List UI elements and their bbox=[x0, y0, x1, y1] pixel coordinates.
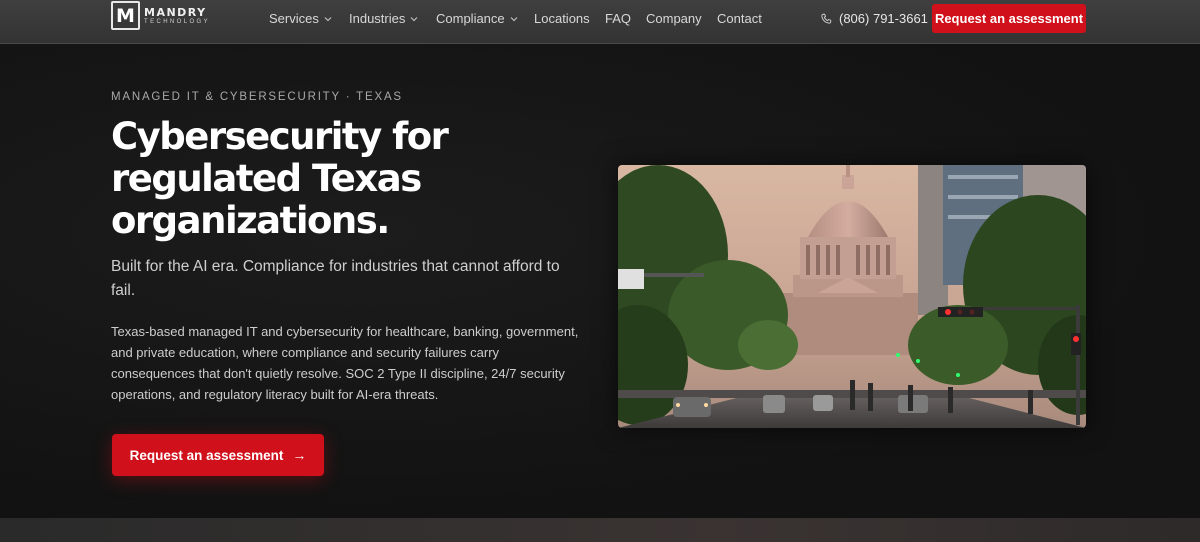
hero-section: MANAGED IT & CYBERSECURITY · TEXAS Cyber… bbox=[0, 44, 1200, 518]
logo-wordmark: MANDRY TECHNOLOGY bbox=[144, 7, 210, 25]
nav-label: Contact bbox=[717, 11, 762, 26]
phone-number: (806) 791-3661 bbox=[839, 11, 928, 26]
cta-label: Request an assessment bbox=[129, 447, 284, 463]
nav-label: Industries bbox=[349, 11, 406, 26]
next-section-edge bbox=[0, 518, 1200, 542]
nav-faq[interactable]: FAQ bbox=[605, 11, 631, 26]
nav-company[interactable]: Company bbox=[646, 11, 702, 26]
capitol-illustration bbox=[618, 165, 1086, 428]
logo[interactable]: M MANDRY TECHNOLOGY bbox=[111, 1, 210, 30]
nav-label: Compliance bbox=[436, 11, 505, 26]
nav-label: Services bbox=[269, 11, 319, 26]
logo-name: MANDRY bbox=[144, 5, 207, 19]
logo-mark: M bbox=[111, 1, 140, 30]
nav-contact[interactable]: Contact bbox=[717, 11, 762, 26]
nav-services[interactable]: Services bbox=[269, 11, 332, 26]
logo-sub: TECHNOLOGY bbox=[144, 18, 211, 25]
hero-headline: Cybersecurity for regulated Texas organi… bbox=[111, 115, 449, 242]
header-assessment-button[interactable]: Request an assessment bbox=[932, 4, 1086, 33]
nav-industries[interactable]: Industries bbox=[349, 11, 418, 26]
hero-kicker: MANAGED IT & CYBERSECURITY · TEXAS bbox=[111, 91, 403, 103]
arrow-right-icon: → bbox=[292, 447, 307, 463]
nav-label: FAQ bbox=[605, 11, 632, 26]
site-header: M MANDRY TECHNOLOGY Services Industries … bbox=[0, 0, 1200, 44]
chevron-down-icon bbox=[410, 16, 418, 21]
hero-subhead: Built for the AI era. Compliance for ind… bbox=[111, 258, 560, 299]
nav-locations[interactable]: Locations bbox=[534, 11, 590, 26]
capitol-photo bbox=[618, 165, 1086, 428]
chevron-down-icon bbox=[510, 16, 518, 21]
hero-body: Texas-based managed IT and cybersecurity… bbox=[111, 324, 579, 402]
nav-label: Company bbox=[646, 11, 702, 26]
hero-assessment-button[interactable]: Request an assessment → bbox=[112, 434, 324, 476]
phone-icon bbox=[821, 13, 832, 24]
nav-compliance[interactable]: Compliance bbox=[436, 11, 518, 26]
chevron-down-icon bbox=[324, 16, 332, 21]
phone-link[interactable]: (806) 791-3661 bbox=[820, 11, 928, 26]
nav-label: Locations bbox=[534, 11, 590, 26]
